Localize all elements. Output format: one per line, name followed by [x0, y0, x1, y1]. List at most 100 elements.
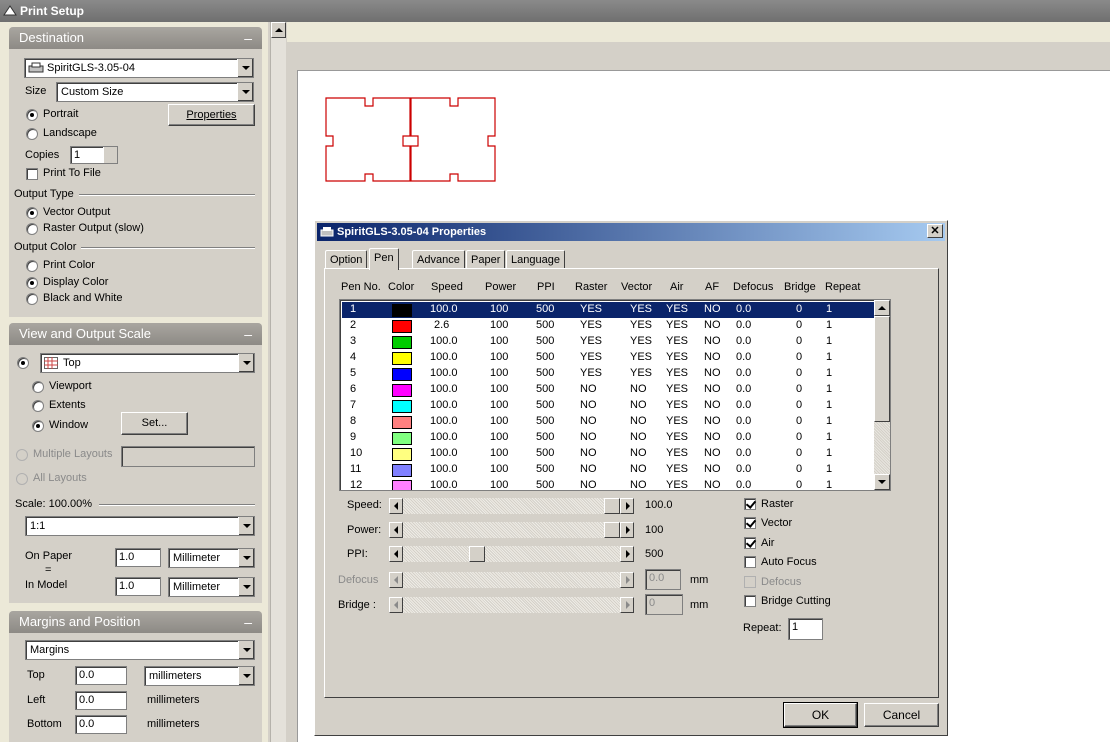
size-select[interactable]: Custom Size	[56, 82, 254, 102]
pen-color-swatch[interactable]	[392, 432, 412, 445]
on-paper-input[interactable]: 1.0	[115, 548, 161, 567]
tab-language[interactable]: Language	[506, 250, 565, 269]
bottom-margin-input[interactable]: 0.0	[75, 715, 127, 734]
scroll-up-icon[interactable]	[874, 300, 890, 316]
vector-output-radio[interactable]	[26, 207, 38, 219]
properties-button[interactable]: Properties	[168, 104, 255, 126]
pen-color-swatch[interactable]	[392, 464, 412, 477]
defocus-checkbox[interactable]	[744, 576, 756, 588]
scale-select[interactable]: 1:1	[25, 516, 255, 536]
defocus-slider[interactable]	[389, 572, 634, 588]
bridge-input[interactable]: 0	[645, 594, 683, 615]
ok-button[interactable]: OK	[783, 702, 858, 728]
collapse-icon[interactable]: –	[244, 27, 252, 49]
pen-row[interactable]: 4 100.0 100 500 YES YES YES NO 0.0 0 1	[342, 350, 874, 366]
collapse-icon[interactable]: –	[244, 323, 252, 345]
bridge-slider[interactable]	[389, 597, 634, 613]
scroll-thumb[interactable]	[874, 316, 890, 422]
slider-left-icon[interactable]	[389, 546, 403, 562]
pen-row[interactable]: 1 100.0 100 500 YES YES YES NO 0.0 0 1	[342, 302, 874, 318]
pen-color-swatch[interactable]	[392, 336, 412, 349]
pen-color-swatch[interactable]	[392, 304, 412, 317]
chevron-down-icon[interactable]	[238, 667, 254, 685]
settings-scrollbar[interactable]	[270, 22, 286, 742]
power-slider-thumb[interactable]	[604, 522, 620, 538]
pen-row[interactable]: 10 100.0 100 500 NO NO YES NO 0.0 0 1	[342, 446, 874, 462]
extents-radio[interactable]	[32, 400, 44, 412]
slider-right-icon[interactable]	[620, 522, 634, 538]
vector-checkbox[interactable]	[744, 517, 756, 529]
chevron-down-icon[interactable]	[238, 517, 254, 535]
chevron-down-icon[interactable]	[237, 83, 253, 101]
power-slider[interactable]	[389, 522, 634, 538]
top-margin-input[interactable]: 0.0	[75, 666, 127, 685]
viewport-radio[interactable]	[32, 381, 44, 393]
margin-unit-select[interactable]: millimeters	[144, 666, 255, 686]
slider-right-icon[interactable]	[620, 572, 634, 588]
tab-advance[interactable]: Advance	[412, 250, 465, 269]
pen-color-swatch[interactable]	[392, 416, 412, 429]
all-layouts-radio[interactable]	[16, 473, 28, 485]
slider-right-icon[interactable]	[620, 498, 634, 514]
multiple-layouts-radio[interactable]	[16, 449, 28, 461]
pen-color-swatch[interactable]	[392, 352, 412, 365]
pen-color-swatch[interactable]	[392, 320, 412, 333]
pen-row[interactable]: 11 100.0 100 500 NO NO YES NO 0.0 0 1	[342, 462, 874, 478]
print-to-file-checkbox[interactable]	[26, 168, 38, 180]
copies-stepper[interactable]: 1	[70, 146, 118, 164]
pen-row[interactable]: 2 2.6 100 500 YES YES YES NO 0.0 0 1	[342, 318, 874, 334]
pen-row[interactable]: 7 100.0 100 500 NO NO YES NO 0.0 0 1	[342, 398, 874, 414]
view-radio[interactable]	[17, 357, 29, 369]
view-select[interactable]: Top	[40, 353, 255, 373]
speed-slider[interactable]	[389, 498, 634, 514]
pen-color-swatch[interactable]	[392, 448, 412, 461]
raster-checkbox[interactable]	[744, 498, 756, 510]
chevron-down-icon[interactable]	[238, 641, 254, 659]
slider-left-icon[interactable]	[389, 597, 403, 613]
pen-color-swatch[interactable]	[392, 400, 412, 413]
auto-focus-checkbox[interactable]	[744, 556, 756, 568]
tab-paper[interactable]: Paper	[466, 250, 506, 269]
window-radio[interactable]	[32, 420, 44, 432]
spin-arrows-icon[interactable]	[103, 147, 117, 163]
view-scale-header[interactable]: View and Output Scale –	[9, 323, 262, 345]
scroll-up-icon[interactable]	[271, 22, 286, 38]
scroll-down-icon[interactable]	[874, 474, 890, 490]
destination-header[interactable]: Destination –	[9, 27, 262, 49]
pen-list[interactable]: 1 100.0 100 500 YES YES YES NO 0.0 0 1 2 2.6 100 500 YE…	[339, 299, 891, 491]
in-model-unit-select[interactable]: Millimeter	[168, 577, 255, 597]
ppi-slider[interactable]	[389, 546, 634, 562]
in-model-input[interactable]: 1.0	[115, 577, 161, 596]
margins-header[interactable]: Margins and Position –	[9, 611, 262, 633]
defocus-input[interactable]: 0.0	[645, 569, 681, 590]
close-icon[interactable]: ✕	[927, 224, 943, 238]
pen-row[interactable]: 3 100.0 100 500 YES YES YES NO 0.0 0 1	[342, 334, 874, 350]
slider-left-icon[interactable]	[389, 572, 403, 588]
cancel-button[interactable]: Cancel	[864, 703, 939, 727]
display-color-radio[interactable]	[26, 277, 38, 289]
print-color-radio[interactable]	[26, 260, 38, 272]
ppi-slider-thumb[interactable]	[469, 546, 485, 562]
on-paper-unit-select[interactable]: Millimeter	[168, 548, 255, 568]
pen-color-swatch[interactable]	[392, 480, 412, 490]
tab-pen[interactable]: Pen	[369, 248, 399, 270]
slider-left-icon[interactable]	[389, 498, 403, 514]
pen-row[interactable]: 12 100.0 100 500 NO NO YES NO 0.0 0 1	[342, 478, 874, 490]
landscape-radio[interactable]	[26, 128, 38, 140]
collapse-icon[interactable]: –	[244, 611, 252, 633]
pen-color-swatch[interactable]	[392, 384, 412, 397]
chevron-down-icon[interactable]	[238, 549, 254, 567]
pen-color-swatch[interactable]	[392, 368, 412, 381]
pen-row[interactable]: 9 100.0 100 500 NO NO YES NO 0.0 0 1	[342, 430, 874, 446]
chevron-down-icon[interactable]	[238, 354, 254, 372]
set-button[interactable]: Set...	[121, 412, 188, 435]
pen-row[interactable]: 5 100.0 100 500 YES YES YES NO 0.0 0 1	[342, 366, 874, 382]
bridge-cutting-checkbox[interactable]	[744, 595, 756, 607]
pen-list-scrollbar[interactable]	[874, 300, 890, 490]
air-checkbox[interactable]	[744, 537, 756, 549]
chevron-down-icon[interactable]	[238, 578, 254, 596]
slider-right-icon[interactable]	[620, 546, 634, 562]
portrait-radio[interactable]	[26, 109, 38, 121]
speed-slider-thumb[interactable]	[604, 498, 620, 514]
pen-row[interactable]: 6 100.0 100 500 NO NO YES NO 0.0 0 1	[342, 382, 874, 398]
